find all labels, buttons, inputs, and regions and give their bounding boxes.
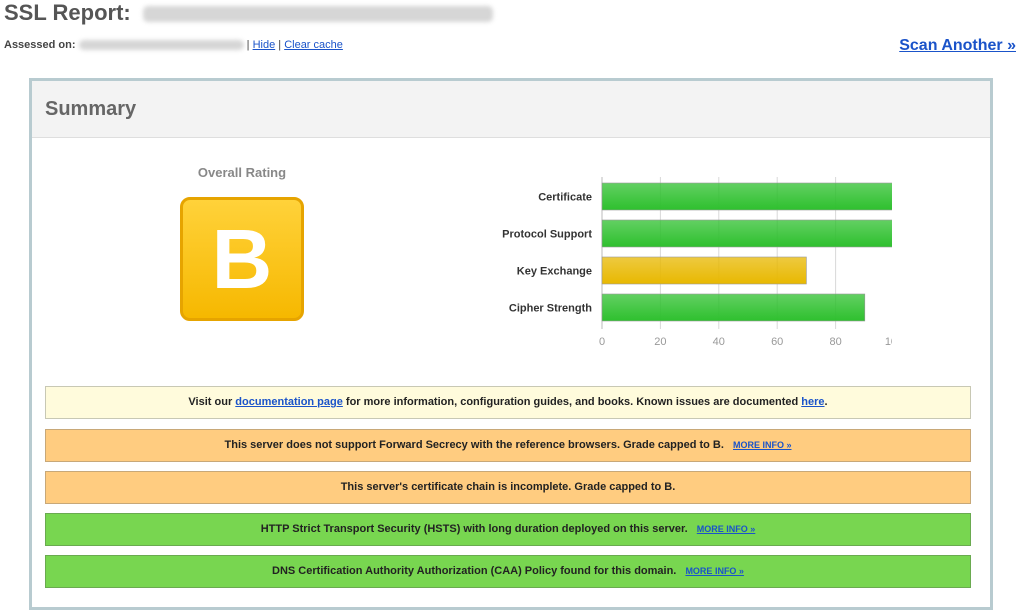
known-issues-link[interactable]: here	[801, 396, 824, 408]
notice-doc-after: .	[824, 396, 828, 408]
x-tick-label: 20	[654, 336, 666, 348]
redacted-hostname	[142, 6, 493, 23]
scan-another-link[interactable]: Scan Another »	[899, 37, 1016, 55]
notice-forward-secrecy-text: This server does not support Forward Sec…	[224, 439, 724, 451]
bar-category-label: Cipher Strength	[509, 303, 592, 315]
notice-caa: DNS Certification Authority Authorizatio…	[45, 555, 971, 588]
assessed-line: Assessed on: | Hide | Clear cache	[4, 39, 343, 51]
notice-hsts: HTTP Strict Transport Security (HSTS) wi…	[45, 513, 971, 546]
notice-hsts-text: HTTP Strict Transport Security (HSTS) wi…	[260, 523, 688, 535]
page-title: SSL Report:	[4, 0, 493, 26]
rating-bar-chart: 0 20 40 60 80 100 Certificate Protocol Support K…	[502, 177, 892, 348]
bar	[601, 293, 866, 322]
hide-link[interactable]: Hide	[253, 39, 276, 51]
bar	[601, 219, 892, 248]
documentation-page-link[interactable]: documentation page	[235, 396, 343, 408]
summary-panel: Summary Overall Rating B 0 20 40 60 80 100 Cer…	[29, 78, 993, 610]
x-tick-label: 60	[771, 336, 783, 348]
notice-chain-text: This server's certificate chain is incom…	[340, 481, 676, 493]
notice-caa-text: DNS Certification Authority Authorizatio…	[272, 565, 677, 577]
forward-secrecy-more-info-link[interactable]: MORE INFO »	[733, 440, 792, 450]
notice-doc-middle: for more information, configuration guid…	[345, 396, 799, 408]
clear-cache-link[interactable]: Clear cache	[284, 39, 343, 51]
separator: |	[278, 39, 282, 51]
overall-rating-label: Overall Rating	[197, 165, 287, 180]
x-tick-label: 40	[713, 336, 725, 348]
x-tick-label: 100	[885, 336, 892, 348]
grade-badge: B	[180, 197, 304, 321]
x-tick-label: 80	[829, 336, 841, 348]
bar	[601, 256, 807, 285]
assessed-label: Assessed on:	[4, 39, 76, 51]
notice-doc-before: Visit our	[188, 396, 233, 408]
report-title-prefix: SSL Report:	[4, 0, 131, 25]
redacted-date	[78, 40, 244, 51]
separator: |	[246, 39, 250, 51]
bar	[601, 182, 892, 211]
summary-heading: Summary	[32, 81, 990, 138]
x-tick-label: 0	[599, 336, 605, 348]
hsts-more-info-link[interactable]: MORE INFO »	[697, 524, 756, 534]
bar-category-label: Protocol Support	[502, 229, 592, 241]
notice-certificate-chain: This server's certificate chain is incom…	[45, 471, 971, 504]
caa-more-info-link[interactable]: MORE INFO »	[685, 566, 744, 576]
notice-forward-secrecy: This server does not support Forward Sec…	[45, 429, 971, 462]
notice-documentation: Visit our documentation page for more in…	[45, 386, 971, 419]
bar-category-label: Certificate	[538, 192, 592, 204]
bar-category-label: Key Exchange	[517, 266, 592, 278]
